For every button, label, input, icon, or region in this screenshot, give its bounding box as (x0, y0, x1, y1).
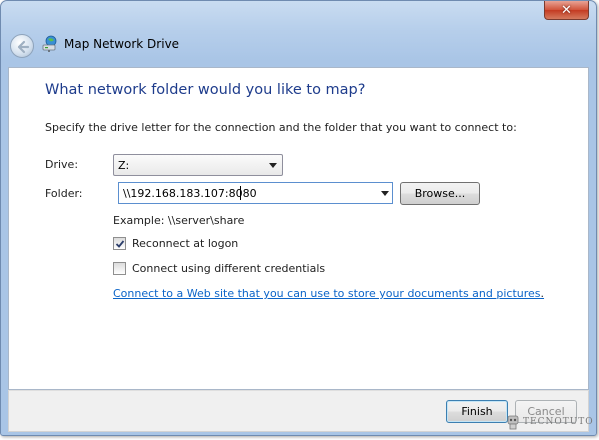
link-suffix: . (540, 287, 545, 300)
wizard-footer: Finish Cancel (8, 390, 589, 432)
different-credentials-option[interactable]: Connect using different credentials (113, 262, 325, 275)
reconnect-option[interactable]: Reconnect at logon (113, 237, 238, 250)
network-drive-icon (42, 35, 57, 52)
wizard-content: What network folder would you like to ma… (8, 67, 589, 390)
web-site-link[interactable]: Connect to a Web site that you can use t… (113, 287, 544, 300)
finish-button[interactable]: Finish (446, 400, 508, 423)
folder-label: Folder: (45, 187, 83, 200)
watermark-text: TECNOTUTO (523, 417, 594, 427)
drive-dropdown-value: Z: (118, 159, 130, 172)
instruction-text: Specify the drive letter for the connect… (45, 121, 517, 134)
window-title: Map Network Drive (64, 37, 180, 51)
reconnect-label: Reconnect at logon (132, 237, 239, 250)
watermark: TECNOTUTO (506, 414, 594, 430)
chevron-down-icon (269, 163, 277, 168)
checkmark-icon (115, 240, 125, 248)
different-credentials-checkbox[interactable] (113, 262, 126, 275)
back-arrow-icon (17, 40, 30, 54)
reconnect-checkbox[interactable] (113, 237, 126, 250)
folder-input[interactable]: \\192.168.183.107:8080 (118, 182, 393, 204)
text-caret (240, 186, 241, 200)
close-icon: ✕ (561, 2, 572, 18)
chevron-down-icon[interactable] (381, 191, 389, 196)
drive-dropdown[interactable]: Z: (113, 154, 283, 176)
finish-button-label: Finish (461, 405, 493, 418)
browse-button[interactable]: Browse... (400, 182, 480, 205)
drive-label: Drive: (45, 158, 79, 171)
map-network-drive-window: ✕ Map Network Drive What network folder … (0, 0, 597, 436)
robot-logo-icon (507, 415, 519, 430)
folder-input-value: \\192.168.183.107:8080 (123, 187, 257, 200)
browse-button-label: Browse... (414, 187, 466, 200)
close-button[interactable]: ✕ (544, 1, 589, 20)
example-text: Example: \\server\share (113, 214, 245, 227)
web-site-link-text[interactable]: Connect to a Web site that you can use t… (113, 287, 541, 300)
page-heading: What network folder would you like to ma… (45, 82, 366, 98)
different-credentials-label: Connect using different credentials (132, 262, 326, 275)
back-button[interactable] (10, 34, 34, 58)
